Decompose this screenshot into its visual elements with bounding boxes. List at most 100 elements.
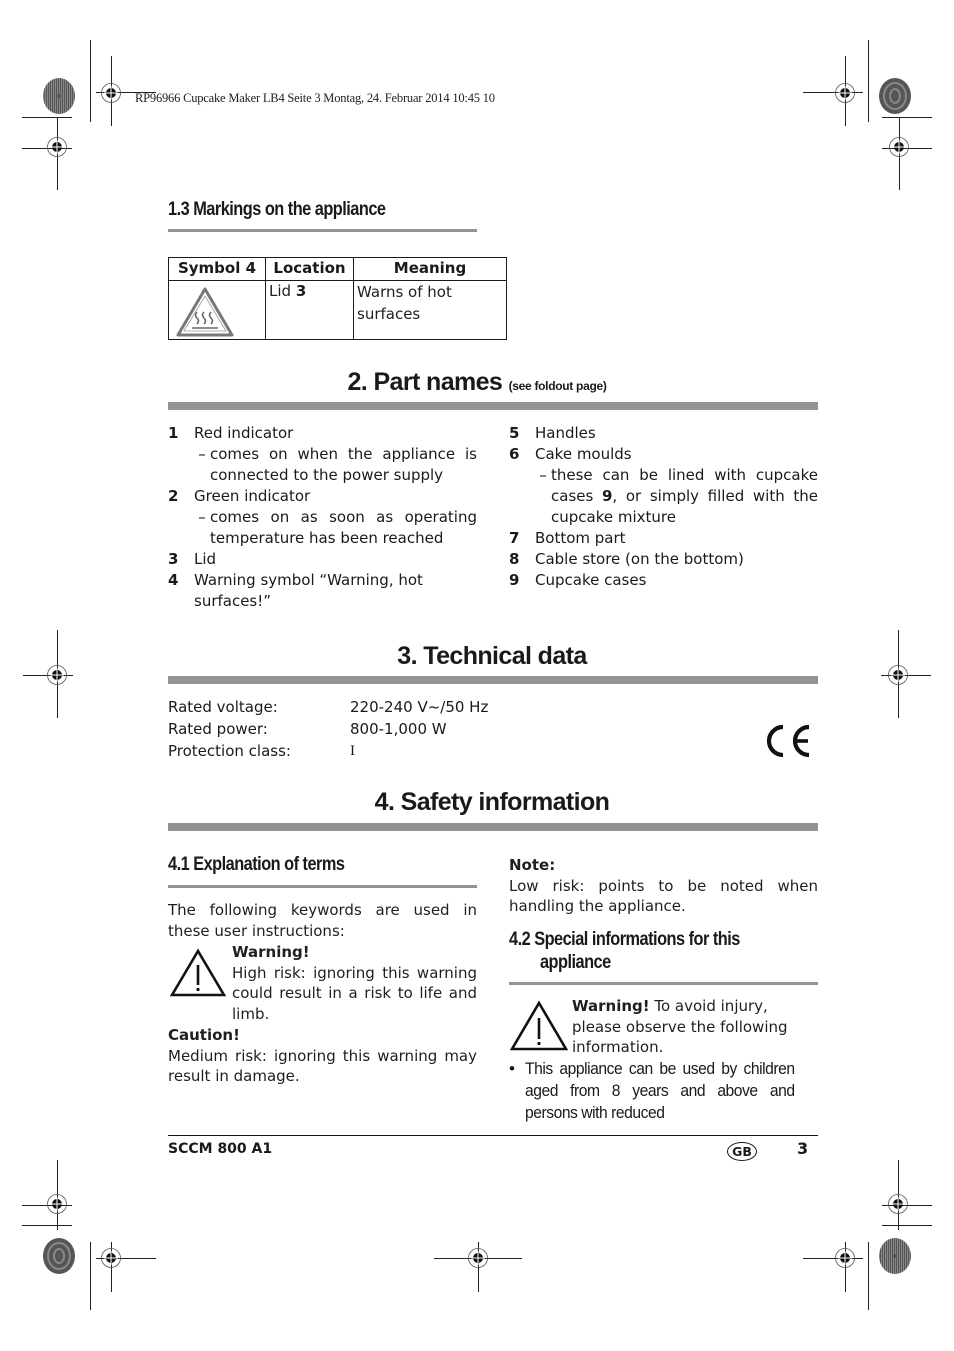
footer-model: SCCM 800 A1	[168, 1141, 273, 1157]
country-badge: GB	[727, 1142, 757, 1161]
registration-mark-icon	[468, 1248, 488, 1268]
list-item: 7 Bottom part	[509, 528, 818, 549]
parts-list-left: 1 Red indicator – comes on when the applia…	[168, 423, 477, 612]
section-1-3-rule	[168, 229, 477, 232]
caution-label: Caution!	[168, 1026, 240, 1044]
dash: –	[539, 466, 547, 484]
registration-mark-icon	[888, 1194, 908, 1214]
caution-block: Caution! Medium risk: ignoring this warn…	[168, 1025, 477, 1087]
starburst-target-icon	[43, 78, 75, 114]
location-text: Lid	[269, 282, 296, 300]
special-warning-label: Warning!	[572, 997, 650, 1015]
tech-row: Protection class: I	[168, 740, 488, 762]
part-number: 5	[509, 424, 520, 442]
part-number: 1	[168, 424, 179, 442]
part-label: Green indicator	[194, 487, 311, 505]
bullet-text: This appliance can be used by children a…	[525, 1059, 795, 1122]
warning-label: Warning!	[232, 943, 310, 961]
section-4-1-rule	[168, 885, 477, 888]
warning-triangle-icon	[170, 948, 226, 997]
registration-mark-icon	[835, 1248, 855, 1268]
part-detail: comes on as soon as operating temperatur…	[210, 508, 477, 547]
section-4-2-heading: 4.2 Special informations for this applia…	[509, 928, 740, 974]
col-header-symbol: Symbol 4	[168, 257, 266, 281]
part-number: 6	[509, 445, 520, 463]
part-detail: comes on when the appliance is connected…	[210, 445, 477, 484]
page-number: 3	[797, 1139, 809, 1158]
section-3-heading: 3. Technical data	[397, 642, 587, 670]
texture-target-icon	[879, 78, 911, 114]
print-header: RP96966 Cupcake Maker LB4 Seite 3 Montag…	[135, 91, 495, 105]
tech-value: 220-240 V~/50 Hz	[350, 698, 489, 716]
footer-rule	[168, 1135, 818, 1136]
registration-mark-icon	[889, 137, 909, 157]
warning-triangle-icon	[510, 1000, 568, 1051]
section-2-heading: 2. Part names (see foldout page)	[0, 368, 954, 397]
bullet-icon: •	[509, 1059, 515, 1078]
part-number: 9	[509, 571, 520, 589]
part-label: Handles	[535, 424, 596, 442]
list-item: 9 Cupcake cases	[509, 570, 818, 591]
col-header-meaning: Meaning	[353, 257, 507, 281]
warning-block: Warning! High risk: ignoring this warnin…	[232, 942, 477, 1024]
section-2-rule	[168, 402, 818, 410]
section-4-heading: 4. Safety information	[374, 788, 610, 816]
list-item: 8 Cable store (on the bottom)	[509, 549, 818, 570]
list-item-detail: – comes on as soon as operating temperatu…	[168, 507, 477, 549]
section-4-2-title-line1: 4.2 Special informations for this	[509, 929, 740, 950]
list-item: 2 Green indicator	[168, 486, 477, 507]
part-label: Red indicator	[194, 424, 294, 442]
registration-mark-icon	[835, 83, 855, 103]
caution-description: Medium risk: ignoring this warning may r…	[168, 1046, 477, 1086]
tech-label: Protection class:	[168, 742, 291, 760]
note-description: Low risk: points to be noted when handli…	[509, 876, 818, 916]
bullet-item: • This appliance can be used by children…	[509, 1058, 818, 1124]
part-number: 8	[509, 550, 520, 568]
part-label: Cupcake cases	[535, 571, 647, 589]
note-label: Note:	[509, 856, 556, 874]
starburst-target-icon	[879, 1238, 911, 1274]
tech-row: Rated voltage: 220-240 V~/50 Hz	[168, 696, 488, 718]
technical-data-list: Rated voltage: 220-240 V~/50 Hz Rated pow…	[168, 696, 488, 762]
part-label: Cable store (on the bottom)	[535, 550, 744, 568]
list-item-detail: – comes on when the appliance is connecte…	[168, 444, 477, 486]
section-4-rule	[168, 823, 818, 831]
part-label: Lid	[194, 550, 217, 568]
list-item: 6 Cake moulds	[509, 444, 818, 465]
location-part-number: 3	[295, 282, 307, 300]
table-row: Lid 3 Warns of hot surfaces	[168, 280, 507, 340]
location-cell: Lid 3	[265, 280, 354, 340]
tech-label: Rated power:	[168, 720, 268, 738]
special-warning-block: Warning! To avoid injury, please observe…	[572, 996, 818, 1058]
list-item: 3 Lid	[168, 549, 477, 570]
part-number: 7	[509, 529, 520, 547]
registration-mark-icon	[101, 83, 121, 103]
section-4-1-heading: 4.1 Explanation of terms	[168, 854, 345, 875]
foldout-note: (see foldout page)	[508, 379, 607, 393]
list-item: 1 Red indicator	[168, 423, 477, 444]
registration-mark-icon	[101, 1248, 121, 1268]
registration-mark-icon	[47, 137, 67, 157]
part-detail: these can be lined with cupcake cases 9,…	[551, 465, 818, 528]
part-number: 4	[168, 571, 179, 589]
markings-table-header: Symbol 4 Location Meaning	[168, 257, 507, 281]
part-ref-number: 9	[601, 487, 613, 505]
part-number: 2	[168, 487, 179, 505]
hot-surface-warning-icon	[176, 287, 234, 337]
section-4-2-rule	[509, 982, 818, 985]
tech-value: 800-1,000 W	[350, 720, 447, 738]
section-1-3-heading: 1.3 Markings on the appliance	[168, 199, 386, 220]
note-block: Note: Low risk: points to be noted when …	[509, 855, 818, 917]
symbol-cell	[168, 280, 266, 340]
explanation-intro: The following keywords are used in these…	[168, 901, 477, 940]
list-item: 4 Warning symbol “Warning, hot surfaces!”	[168, 570, 477, 612]
dash: –	[198, 445, 206, 463]
part-label: Cake moulds	[535, 445, 632, 463]
list-item-detail: – these can be lined with cupcake cases 9…	[509, 465, 818, 528]
col-header-location: Location	[265, 257, 354, 281]
registration-mark-icon	[47, 1194, 67, 1214]
part-label: Bottom part	[535, 529, 626, 547]
tech-value: I	[350, 743, 355, 759]
tech-label: Rated voltage:	[168, 698, 278, 716]
dash: –	[198, 508, 206, 526]
